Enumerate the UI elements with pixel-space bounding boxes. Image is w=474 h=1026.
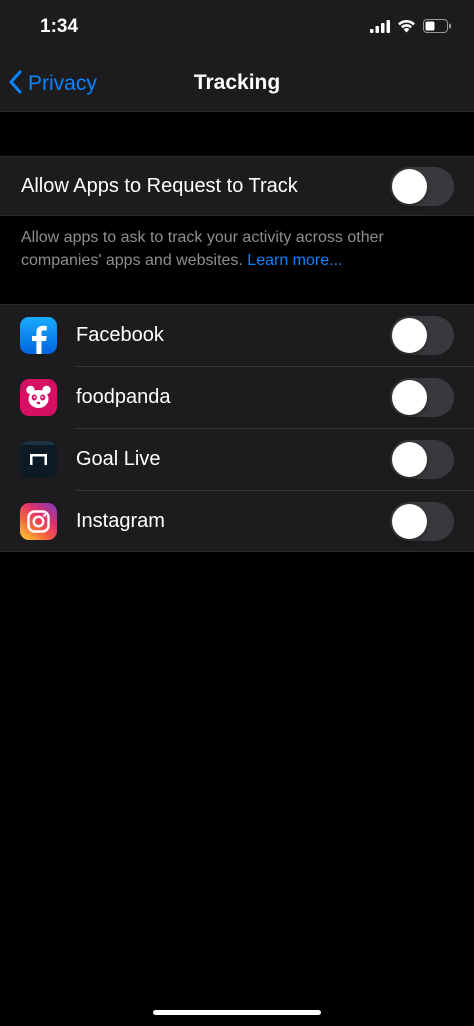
toggle-knob bbox=[392, 442, 427, 477]
toggle-knob bbox=[392, 380, 427, 415]
instagram-icon bbox=[20, 503, 57, 540]
app-row-goal-live: Goal Live bbox=[0, 429, 474, 491]
foodpanda-tracking-toggle[interactable] bbox=[390, 378, 454, 417]
home-indicator[interactable] bbox=[153, 1010, 321, 1015]
toggle-knob bbox=[392, 504, 427, 539]
learn-more-link[interactable]: Learn more... bbox=[247, 252, 342, 269]
allow-tracking-description: Allow apps to ask to track your activity… bbox=[21, 226, 451, 272]
facebook-tracking-toggle[interactable] bbox=[390, 316, 454, 355]
status-icons bbox=[370, 19, 452, 38]
page-title: Tracking bbox=[193, 71, 281, 94]
allow-tracking-label: Allow Apps to Request to Track bbox=[21, 175, 298, 197]
app-tracking-list: Facebook foodpanda Goal Live Instagram bbox=[0, 304, 474, 552]
goal-live-icon bbox=[20, 441, 57, 478]
toggle-knob bbox=[392, 169, 427, 204]
app-name: Facebook bbox=[76, 324, 164, 346]
toggle-knob bbox=[392, 318, 427, 353]
app-name: Goal Live bbox=[76, 448, 161, 470]
signal-icon bbox=[370, 19, 390, 38]
app-name: Instagram bbox=[76, 510, 165, 532]
allow-tracking-toggle[interactable] bbox=[390, 167, 454, 206]
status-bar: 1:34 bbox=[0, 0, 474, 56]
app-row-foodpanda: foodpanda bbox=[0, 367, 474, 429]
app-name: foodpanda bbox=[76, 386, 171, 408]
facebook-icon bbox=[20, 317, 57, 354]
instagram-tracking-toggle[interactable] bbox=[390, 502, 454, 541]
foodpanda-icon bbox=[20, 379, 57, 416]
battery-icon bbox=[423, 19, 452, 38]
navigation-bar: Privacy Tracking bbox=[0, 56, 474, 112]
wifi-icon bbox=[397, 19, 416, 38]
allow-tracking-cell: Allow Apps to Request to Track bbox=[0, 156, 474, 216]
app-row-facebook: Facebook bbox=[0, 305, 474, 367]
goal-live-tracking-toggle[interactable] bbox=[390, 440, 454, 479]
app-row-instagram: Instagram bbox=[0, 491, 474, 553]
status-time: 1:34 bbox=[40, 16, 79, 37]
